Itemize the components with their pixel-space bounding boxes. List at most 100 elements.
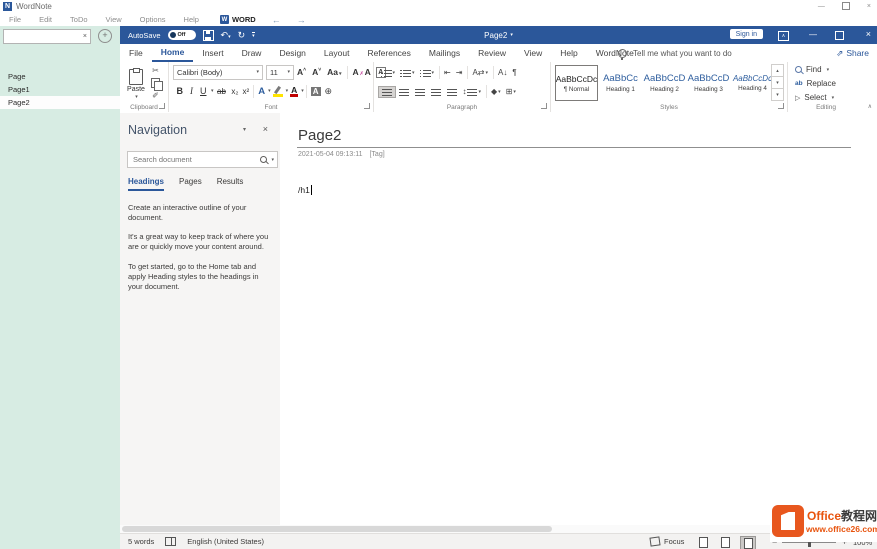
back-arrow-button[interactable]: ←: [272, 15, 281, 25]
highlight-color-button[interactable]: [272, 86, 283, 97]
page-list-item-active[interactable]: Page2: [0, 96, 120, 109]
word-count[interactable]: 5 words: [128, 537, 154, 546]
select-button[interactable]: ▷ Select ▾: [788, 91, 864, 104]
tab-design[interactable]: Design: [270, 44, 314, 62]
document-search-input[interactable]: [131, 154, 261, 165]
tab-help[interactable]: Help: [551, 44, 586, 62]
font-size-select[interactable]: 11 ▾: [266, 64, 294, 80]
enclose-characters-button[interactable]: ⊕: [325, 86, 333, 97]
paste-button[interactable]: Paste ▾: [124, 65, 148, 104]
clipboard-dialog-launcher[interactable]: [159, 103, 165, 109]
shading-button[interactable]: ◆ ▾: [489, 87, 504, 96]
align-left-button[interactable]: [378, 85, 396, 98]
line-spacing-button[interactable]: ↕ ▾: [460, 87, 484, 96]
nav-tab-results[interactable]: Results: [217, 177, 244, 191]
format-painter-button[interactable]: ✐: [152, 91, 159, 100]
text-effects-button[interactable]: A: [256, 86, 267, 97]
add-page-button[interactable]: +: [98, 29, 112, 43]
page-list-item[interactable]: Page1: [0, 83, 120, 96]
nav-tab-pages[interactable]: Pages: [179, 177, 202, 191]
font-name-select[interactable]: Calibri (Body) ▾: [173, 64, 263, 80]
ribbon-display-options-button[interactable]: ∧: [778, 31, 789, 41]
proofing-icon[interactable]: [165, 537, 177, 546]
tab-home[interactable]: Home: [151, 44, 194, 62]
menu-file[interactable]: File: [0, 15, 30, 24]
style-heading1[interactable]: AaBbCc Heading 1: [599, 65, 642, 101]
web-layout-button[interactable]: [740, 536, 756, 549]
font-color-button[interactable]: A: [290, 85, 299, 97]
forward-arrow-button[interactable]: →: [297, 15, 306, 25]
app-close-button[interactable]: ×: [867, 3, 871, 10]
sign-in-button[interactable]: Sign in: [729, 29, 763, 39]
menu-edit[interactable]: Edit: [30, 15, 61, 24]
increase-indent-button[interactable]: ⇥: [453, 68, 465, 77]
style-heading3[interactable]: AaBbCcD Heading 3: [687, 65, 730, 101]
paragraph-dialog-launcher[interactable]: [541, 103, 547, 109]
sort-button[interactable]: A↓: [496, 68, 510, 77]
word-minimize-button[interactable]: —: [809, 30, 817, 39]
multilevel-list-button[interactable]: ▾: [417, 69, 437, 77]
underline-button[interactable]: U: [197, 86, 211, 96]
style-heading4[interactable]: AaBbCcDc Heading 4: [731, 65, 774, 101]
focus-button[interactable]: Focus: [649, 534, 684, 549]
tab-references[interactable]: References: [358, 44, 419, 62]
tab-review[interactable]: Review: [469, 44, 515, 62]
bold-button[interactable]: B: [173, 86, 187, 96]
tab-file[interactable]: File: [120, 44, 152, 62]
superscript-button[interactable]: x²: [241, 87, 252, 96]
replace-button[interactable]: ab Replace: [788, 77, 864, 90]
collapse-ribbon-button[interactable]: ∧: [868, 103, 872, 110]
menu-options[interactable]: Options: [131, 15, 175, 24]
asian-layout-button[interactable]: A⇄ ▾: [470, 68, 491, 77]
search-icon[interactable]: [260, 156, 268, 163]
sidebar-search-input[interactable]: [4, 31, 83, 42]
style-heading2[interactable]: AaBbCcD Heading 2: [643, 65, 686, 101]
style-normal[interactable]: AaBbCcDc ¶ Normal: [555, 65, 598, 101]
read-mode-button[interactable]: [696, 536, 710, 548]
word-close-button[interactable]: ×: [866, 29, 871, 39]
show-paragraph-marks-button[interactable]: ¶: [510, 68, 519, 77]
subscript-button[interactable]: x₂: [229, 87, 240, 96]
phonetic-guide-button[interactable]: A: [362, 67, 374, 77]
nav-tab-headings[interactable]: Headings: [128, 177, 165, 191]
justify-button[interactable]: [428, 88, 444, 96]
bullets-button[interactable]: ▾: [378, 69, 398, 77]
menu-help[interactable]: Help: [175, 15, 208, 24]
align-center-button[interactable]: [396, 88, 412, 96]
app-maximize-button[interactable]: [841, 1, 850, 12]
distribute-button[interactable]: [444, 88, 460, 96]
numbering-button[interactable]: ▾: [398, 69, 418, 77]
clear-search-icon[interactable]: ×: [83, 33, 90, 40]
change-case-button[interactable]: Aa▾: [324, 67, 344, 77]
share-button[interactable]: ⇗ Share: [836, 44, 869, 62]
tab-mailings[interactable]: Mailings: [420, 44, 469, 62]
decrease-indent-button[interactable]: ⇤: [442, 68, 454, 77]
horizontal-scrollbar[interactable]: [120, 525, 877, 533]
styles-dialog-launcher[interactable]: [778, 103, 784, 109]
cut-button[interactable]: ✂: [152, 66, 159, 75]
grow-font-button[interactable]: A˄: [294, 67, 309, 77]
page-list-item[interactable]: Page: [0, 70, 120, 83]
print-layout-button[interactable]: [718, 536, 732, 548]
tab-view[interactable]: View: [515, 44, 551, 62]
navigation-close-button[interactable]: ×: [263, 124, 268, 134]
style-gallery-more-button[interactable]: ▾: [771, 88, 784, 101]
tab-insert[interactable]: Insert: [193, 44, 232, 62]
document-canvas[interactable]: Page2 2021-05-04 09:13:11 [Tag] /h1: [280, 113, 877, 525]
align-right-button[interactable]: [412, 88, 428, 96]
document-body-text[interactable]: /h1: [298, 185, 312, 195]
copy-button[interactable]: [151, 78, 163, 91]
character-shading-button[interactable]: A: [310, 86, 321, 96]
document-title[interactable]: Page2: [298, 127, 341, 144]
navigation-options-button[interactable]: ▾: [243, 126, 246, 133]
italic-button[interactable]: I: [187, 86, 197, 96]
chevron-down-icon[interactable]: ▾: [271, 157, 274, 163]
tell-me-box[interactable]: Tell me what you want to do: [618, 44, 732, 62]
strikethrough-button[interactable]: ab: [214, 87, 230, 96]
clear-formatting-button[interactable]: A ✗: [350, 67, 364, 77]
scrollbar-thumb[interactable]: [122, 526, 552, 532]
find-button[interactable]: Find ▾: [788, 63, 864, 76]
borders-button[interactable]: ⊞ ▾: [503, 87, 518, 96]
word-toggle-button[interactable]: W WORD: [219, 15, 256, 24]
tab-layout[interactable]: Layout: [315, 44, 359, 62]
